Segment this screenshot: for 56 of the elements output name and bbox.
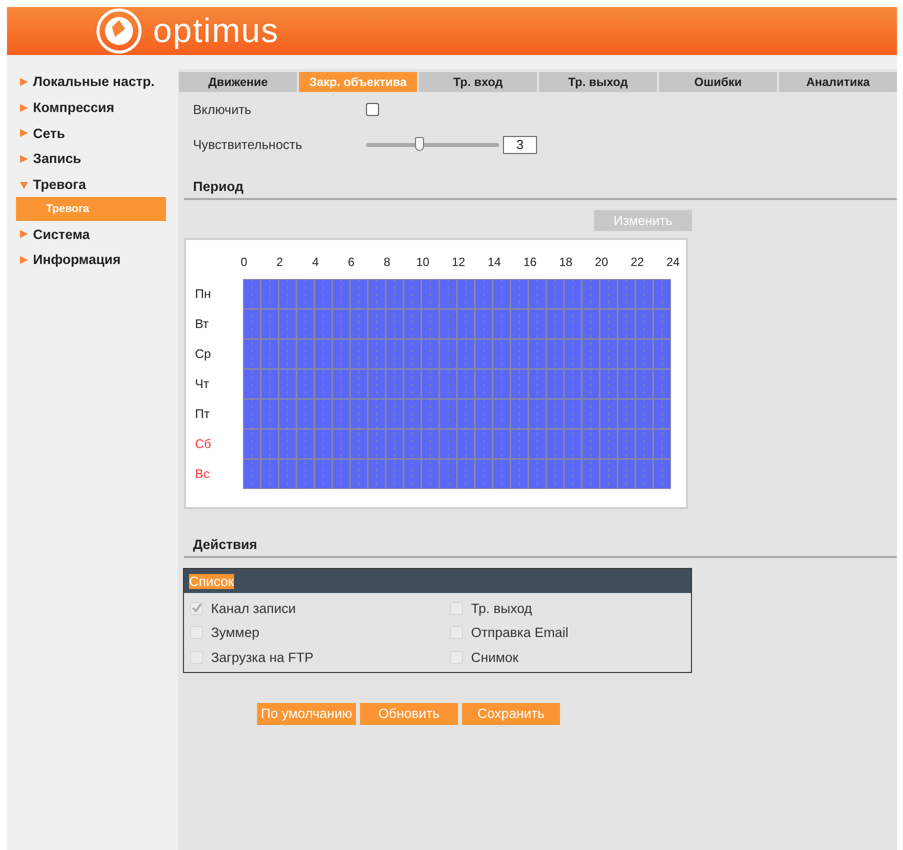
checkbox-label: Отправка Email: [471, 625, 568, 640]
section-heading: Период: [184, 179, 897, 200]
sidebar-item[interactable]: Компрессия: [7, 94, 178, 120]
caret-right-icon: [20, 230, 28, 238]
hour-label: 6: [346, 255, 356, 269]
caret-right-icon: [20, 129, 28, 138]
tab[interactable]: Аналитика: [779, 72, 897, 92]
hour-label: 22: [630, 255, 645, 269]
caret-right-icon: [20, 154, 28, 163]
field-label: Чувствительность: [193, 137, 304, 152]
schedule-grid[interactable]: [243, 279, 671, 489]
day-label: Сб: [195, 436, 212, 453]
sidebar-item[interactable]: Тревога: [7, 172, 178, 198]
list-title: Список: [189, 574, 234, 588]
hour-label: 18: [558, 255, 574, 269]
hour-label: 20: [594, 255, 610, 269]
hour-label: 0: [240, 255, 248, 269]
caret-down-icon: [20, 180, 28, 189]
day-label: Пт: [195, 406, 211, 423]
checkbox-label: Снимок: [471, 650, 518, 665]
sidebar-item[interactable]: Информация: [7, 247, 178, 273]
checkbox[interactable]: [366, 103, 379, 116]
tab[interactable]: Тр. вход: [419, 72, 537, 92]
section-heading: Действия: [184, 537, 897, 558]
field-label: Включить: [193, 102, 252, 117]
caret-right-icon: [20, 78, 28, 86]
sidebar-item[interactable]: Локальные настр.: [7, 69, 178, 95]
checkbox-label: Загрузка на FTP: [211, 650, 314, 665]
hour-label: 10: [415, 255, 430, 269]
value-field[interactable]: 3: [503, 136, 537, 154]
hour-label: 16: [522, 255, 538, 269]
hour-label: 4: [311, 255, 320, 269]
checkbox-label: Зуммер: [211, 625, 260, 640]
sidebar-item[interactable]: Система: [7, 221, 178, 248]
slider-thumb[interactable]: [415, 136, 424, 150]
hour-label: 12: [450, 255, 466, 269]
tab[interactable]: Движение: [179, 72, 297, 92]
day-label: Пн: [195, 286, 212, 303]
tab[interactable]: Ошибки: [659, 72, 777, 92]
sidebar-item[interactable]: Запись: [7, 146, 178, 172]
day-label: Ср: [195, 346, 212, 363]
hour-label: 24: [665, 255, 681, 269]
hour-label: 14: [486, 255, 502, 269]
checkbox-label: Канал записи: [211, 600, 296, 616]
hour-label: 8: [382, 255, 392, 269]
hour-label: 2: [275, 255, 284, 269]
day-label: Вт: [195, 316, 210, 333]
sidebar-item[interactable]: Сеть: [7, 120, 178, 146]
day-label: Чт: [195, 376, 210, 393]
caret-right-icon: [20, 256, 28, 264]
day-label: Вс: [195, 466, 211, 483]
checkbox-label: Тр. выход: [471, 600, 532, 616]
logo-text: optimus: [153, 12, 280, 50]
caret-right-icon: [20, 104, 28, 112]
lens-logo-icon: [95, 7, 143, 55]
tab[interactable]: Тр. выход: [539, 72, 657, 92]
